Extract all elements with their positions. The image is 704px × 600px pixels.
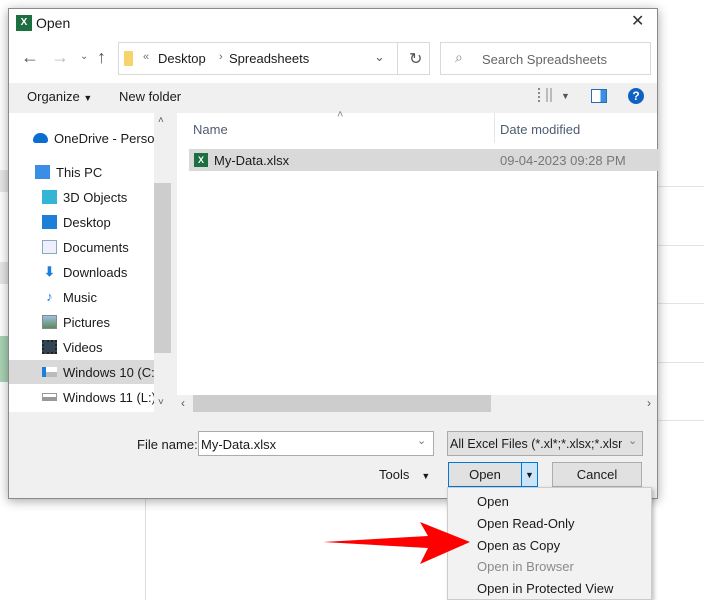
scroll-down-icon[interactable]: ˅: [158, 397, 164, 408]
up-button[interactable]: ↑: [97, 47, 106, 68]
close-button[interactable]: ✕: [631, 11, 644, 31]
breadcrumb-separator-icon: ›: [219, 51, 223, 63]
background-divider: [145, 499, 146, 600]
sidebar-item-label: Windows 10 (C:): [63, 364, 154, 380]
music-icon: ♪: [46, 289, 53, 304]
view-options-icon[interactable]: [538, 88, 552, 102]
desktop-icon: [42, 215, 57, 229]
chevron-down-icon: ⌄: [628, 435, 638, 447]
back-button[interactable]: ←: [21, 47, 39, 68]
organize-label: Organize: [27, 89, 80, 104]
background-panel: [0, 262, 8, 284]
file-type-select[interactable]: All Excel Files (*.xl*;*.xlsx;*.xlsm;* ⌄: [447, 431, 643, 456]
sidebar-item-label: 3D Objects: [63, 189, 128, 205]
view-dropdown-icon[interactable]: ▼: [561, 91, 570, 101]
folder-icon: [124, 51, 133, 66]
address-dropdown-icon[interactable]: ⌄: [374, 49, 385, 65]
drive-icon: [42, 367, 57, 377]
recent-locations-button[interactable]: ⌄: [80, 51, 88, 62]
column-header-date[interactable]: Date modified: [500, 122, 580, 137]
open-dropdown-button[interactable]: ▼: [521, 462, 538, 487]
file-date: 09-04-2023 09:28 PM: [500, 153, 626, 168]
breadcrumb-spreadsheets[interactable]: Spreadsheets: [229, 51, 309, 66]
column-header-name[interactable]: Name: [193, 122, 228, 137]
background-panel: [0, 170, 8, 192]
pictures-icon: [42, 315, 57, 329]
search-box[interactable]: ⌕ Search Spreadsheets: [440, 42, 651, 75]
search-input[interactable]: Search Spreadsheets: [482, 52, 607, 67]
background-line: [657, 362, 704, 363]
tools-button[interactable]: Tools ▼: [379, 467, 430, 482]
scroll-right-icon[interactable]: ›: [647, 396, 651, 410]
sort-ascending-icon: ˄: [337, 109, 344, 121]
help-button[interactable]: ?: [628, 88, 644, 104]
address-bar[interactable]: « Desktop › Spreadsheets ⌄ ↻: [118, 42, 430, 75]
cube-icon: [42, 190, 57, 204]
scrollbar-thumb[interactable]: [154, 183, 171, 353]
sidebar-item-label: Videos: [63, 339, 103, 355]
scrollbar-thumb[interactable]: [193, 395, 491, 412]
refresh-button[interactable]: ↻: [409, 49, 422, 69]
background-line: [657, 245, 704, 246]
breadcrumb-desktop[interactable]: Desktop: [158, 51, 206, 66]
sidebar-item-label: Pictures: [63, 314, 110, 330]
file-name-input[interactable]: My-Data.xlsx ⌄: [198, 431, 434, 456]
navigation-pane: OneDrive - Personal This PC 3D Objects D…: [9, 113, 172, 412]
open-options-menu: Open Open Read-Only Open as Copy Open in…: [447, 487, 652, 600]
sidebar-item-label: This PC: [56, 164, 103, 180]
menu-item-open-as-copy[interactable]: Open as Copy: [477, 538, 560, 553]
sidebar-item-windows-10[interactable]: Windows 10 (C:): [42, 360, 154, 384]
document-icon: [42, 240, 57, 254]
menu-item-open-in-browser: Open in Browser: [477, 559, 574, 574]
open-dialog: X Open ✕ ← → ⌄ ↑ « Desktop › Spreadsheet…: [8, 8, 659, 499]
scroll-left-icon[interactable]: ‹: [181, 396, 185, 410]
background-line: [657, 420, 704, 421]
dialog-title: Open: [36, 15, 71, 31]
open-button[interactable]: Open: [448, 462, 521, 487]
scroll-up-icon[interactable]: ˄: [158, 115, 164, 126]
tools-label: Tools: [379, 467, 410, 482]
excel-logo-icon: X: [16, 15, 32, 31]
computer-icon: [35, 165, 50, 179]
background-line: [657, 303, 704, 304]
videos-icon: [42, 340, 57, 354]
sidebar-item-label: Windows 11 (L:): [63, 389, 154, 405]
file-row[interactable]: X My-Data.xlsx 09-04-2023 09:28 PM: [189, 149, 659, 171]
cloud-icon: [33, 133, 48, 143]
sidebar-item-windows-11[interactable]: Windows 11 (L:): [42, 385, 154, 409]
menu-item-open-read-only[interactable]: Open Read-Only: [477, 516, 575, 531]
background-panel: [0, 336, 8, 382]
horizontal-scrollbar[interactable]: ‹ ›: [177, 395, 657, 412]
sidebar-item-label: Desktop: [63, 214, 111, 230]
preview-pane-icon[interactable]: [591, 89, 607, 103]
menu-item-open[interactable]: Open: [477, 494, 509, 509]
menu-item-open-protected-view[interactable]: Open in Protected View: [477, 581, 613, 596]
sidebar-item-label: Music: [63, 289, 97, 305]
chevron-down-icon[interactable]: ⌄: [417, 434, 426, 447]
file-name-value: My-Data.xlsx: [201, 437, 277, 452]
sidebar-item-label: Documents: [63, 239, 129, 255]
cancel-button[interactable]: Cancel: [552, 462, 642, 487]
red-arrow-annotation: [323, 522, 470, 564]
address-overflow[interactable]: «: [143, 51, 149, 63]
new-folder-button[interactable]: New folder: [119, 89, 181, 104]
forward-button[interactable]: →: [51, 47, 69, 68]
sidebar-item-label: Downloads: [63, 264, 128, 280]
arrow-shape: [323, 522, 470, 564]
file-type-value: All Excel Files (*.xl*;*.xlsx;*.xlsm;*: [450, 437, 622, 451]
excel-file-icon: X: [194, 153, 208, 167]
sidebar-scrollbar[interactable]: ˄ ˅: [154, 113, 171, 412]
drive-icon: [42, 393, 57, 401]
file-name-label: File name:: [137, 437, 198, 452]
file-list: ˄ Name Date modified X My-Data.xlsx 09-0…: [177, 109, 659, 412]
download-icon: ⬇: [44, 264, 55, 279]
divider: [397, 43, 398, 74]
background-line: [657, 186, 704, 187]
search-icon: ⌕: [455, 49, 463, 65]
column-divider[interactable]: [494, 113, 495, 143]
organize-button[interactable]: Organize ▼: [27, 89, 92, 104]
file-name: My-Data.xlsx: [214, 153, 290, 168]
